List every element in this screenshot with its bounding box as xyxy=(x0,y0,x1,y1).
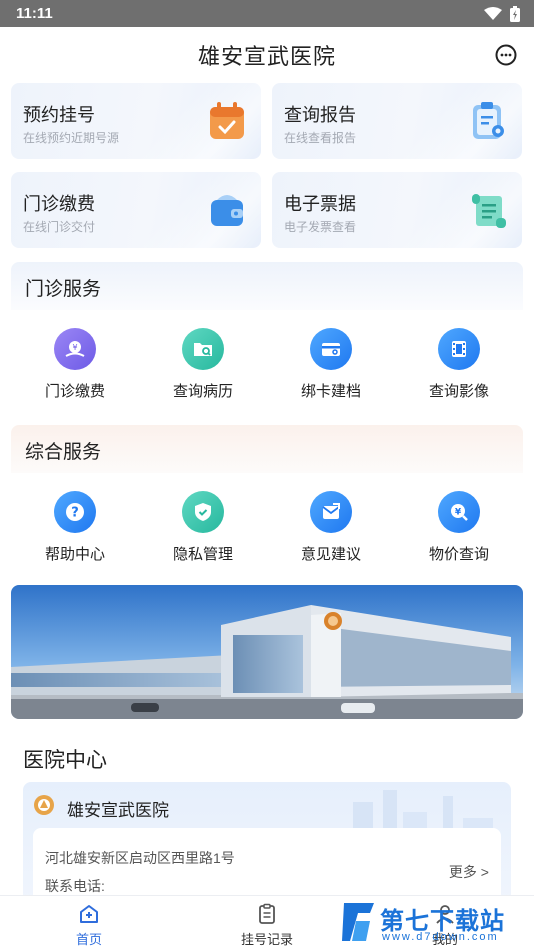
svg-text:¥: ¥ xyxy=(72,343,77,352)
quick-card-title: 查询报告 xyxy=(284,105,356,125)
grid-item-label: 物价查询 xyxy=(428,546,489,563)
nav-item-records[interactable]: 挂号记录 xyxy=(178,896,356,950)
grid-item-label: 隐私管理 xyxy=(172,546,233,563)
outpatient-item-medical-record[interactable]: 查询病历 xyxy=(153,328,253,401)
hospital-address: 河北雄安新区启动区西里路1号 xyxy=(45,850,235,866)
status-bar: 11:11 xyxy=(0,0,534,27)
more-link[interactable]: 更多 > xyxy=(449,862,489,882)
quick-card-payment[interactable]: 门诊缴费 在线门诊交付 xyxy=(11,172,261,248)
hospital-phone-label: 联系电话: xyxy=(45,878,105,894)
quick-card-report[interactable]: 查询报告 在线查看报告 xyxy=(272,83,522,159)
general-item-feedback[interactable]: 意见建议 xyxy=(281,491,381,564)
help-icon: ? xyxy=(54,491,96,533)
hospital-card[interactable]: 雄安宣武医院 河北雄安新区启动区西里路1号 联系电话: 更多 > xyxy=(23,782,511,902)
grid-item-label: 意见建议 xyxy=(300,546,361,563)
hospital-building-image xyxy=(11,585,523,719)
watermark-url: www.d7down.com xyxy=(382,931,499,943)
quick-card-e-invoice[interactable]: 电子票据 电子发票查看 xyxy=(272,172,522,248)
status-icons xyxy=(484,5,520,22)
wallet-icon xyxy=(211,195,243,226)
section-title: 综合服务 xyxy=(11,425,523,473)
quick-card-subtitle: 在线查看报告 xyxy=(284,131,357,145)
grid-item-label: 门诊缴费 xyxy=(44,383,105,400)
general-item-price-query[interactable]: ¥ 物价查询 xyxy=(409,491,509,564)
film-icon xyxy=(438,328,480,370)
price-search-icon: ¥ xyxy=(438,491,480,533)
general-item-privacy[interactable]: 隐私管理 xyxy=(153,491,253,564)
quick-card-subtitle: 在线预约近期号源 xyxy=(23,131,120,145)
nav-item-home[interactable]: 首页 xyxy=(0,896,178,950)
hospital-center-panel: 医院中心 雄安宣武医院 河北雄安新区启动区西里路1号 联系电话: 更多 > xyxy=(11,730,523,902)
hospital-logo-icon xyxy=(34,795,54,815)
outpatient-item-bind-card[interactable]: 绑卡建档 xyxy=(281,328,381,401)
general-grid: ? 帮助中心 隐私管理 意见建议 ¥ 物价查询 xyxy=(11,473,523,564)
quick-card-subtitle: 电子发票查看 xyxy=(284,220,357,234)
shield-icon xyxy=(182,491,224,533)
more-chat-icon[interactable] xyxy=(494,43,518,67)
watermark-logo-icon xyxy=(342,903,374,941)
general-services-panel: 综合服务 ? 帮助中心 隐私管理 意见建议 ¥ 物价查询 xyxy=(11,425,523,573)
wifi-icon xyxy=(484,6,502,20)
section-title: 医院中心 xyxy=(23,749,107,772)
scroll-icon xyxy=(472,194,506,228)
quick-card-title: 预约挂号 xyxy=(23,105,95,125)
nav-label: 挂号记录 xyxy=(240,932,293,947)
section-title: 门诊服务 xyxy=(11,262,523,310)
report-icon xyxy=(473,102,504,139)
battery-icon xyxy=(510,5,520,22)
page-title: 雄安宣武医院 xyxy=(197,44,336,69)
folder-search-icon xyxy=(182,328,224,370)
payment-icon: ¥ xyxy=(54,328,96,370)
svg-text:¥: ¥ xyxy=(455,508,462,518)
mail-icon xyxy=(310,491,352,533)
outpatient-item-imaging[interactable]: 查询影像 xyxy=(409,328,509,401)
hospital-banner[interactable] xyxy=(11,585,523,719)
grid-item-label: 绑卡建档 xyxy=(300,383,361,400)
app-header: 雄安宣武医院 xyxy=(0,27,534,83)
home-icon xyxy=(80,905,98,923)
record-icon xyxy=(259,903,275,924)
card-icon xyxy=(310,328,352,370)
calendar-icon xyxy=(210,102,244,139)
hospital-info-box: 河北雄安新区启动区西里路1号 联系电话: 更多 > xyxy=(33,828,501,902)
grid-item-label: 帮助中心 xyxy=(44,546,105,563)
general-item-help[interactable]: ? 帮助中心 xyxy=(25,491,125,564)
hospital-name: 雄安宣武医院 xyxy=(67,801,169,820)
quick-card-appointment[interactable]: 预约挂号 在线预约近期号源 xyxy=(11,83,261,159)
grid-item-label: 查询病历 xyxy=(172,383,233,400)
status-time: 11:11 xyxy=(16,5,53,22)
quick-card-subtitle: 在线门诊交付 xyxy=(23,220,96,234)
svg-text:?: ? xyxy=(71,506,79,521)
outpatient-services-panel: 门诊服务 ¥ 门诊缴费 查询病历 绑卡建档 查询影像 xyxy=(11,262,523,410)
quick-card-title: 电子票据 xyxy=(284,194,356,214)
grid-item-label: 查询影像 xyxy=(428,383,489,400)
nav-label: 首页 xyxy=(75,932,102,947)
outpatient-item-payment[interactable]: ¥ 门诊缴费 xyxy=(25,328,125,401)
watermark: 第七下载站 www.d7down.com xyxy=(338,899,528,947)
quick-card-title: 门诊缴费 xyxy=(23,194,95,214)
outpatient-grid: ¥ 门诊缴费 查询病历 绑卡建档 查询影像 xyxy=(11,310,523,401)
